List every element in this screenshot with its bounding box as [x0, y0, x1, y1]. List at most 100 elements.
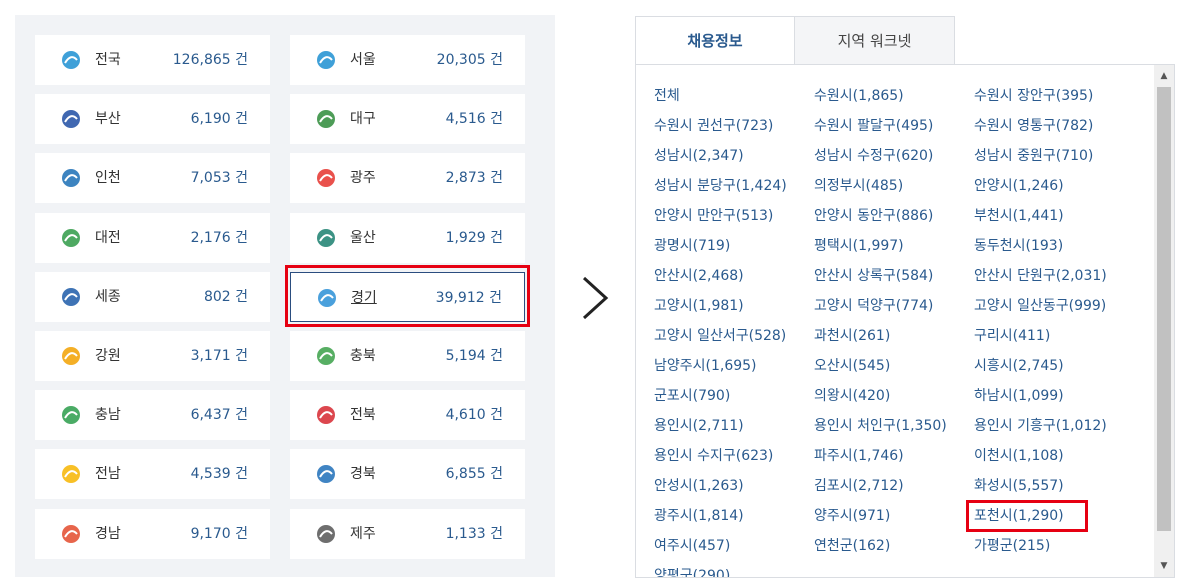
region-card[interactable]: 전북 4,610 건 [290, 390, 525, 441]
city-link[interactable]: 안양시(1,246) [974, 176, 1064, 196]
region-count: 4,539 건 [190, 466, 248, 483]
gwangju-logo-icon [317, 169, 335, 188]
city-link[interactable]: 부천시(1,441) [974, 206, 1064, 226]
city-link[interactable]: 안산시(2,468) [654, 266, 744, 286]
region-card[interactable]: 강원 3,171 건 [35, 331, 270, 381]
region-name: 광주 [350, 170, 376, 187]
region-count: 1,133 건 [445, 525, 503, 542]
city-link[interactable]: 고양시(1,981) [654, 296, 744, 316]
region-card[interactable]: 충남 6,437 건 [35, 390, 270, 441]
sejong-logo-icon [62, 287, 80, 306]
city-link[interactable]: 시흥시(2,745) [974, 356, 1064, 376]
city-link[interactable]: 용인시(2,711) [654, 416, 744, 436]
tab-regional-worknet[interactable]: 지역 워크넷 [794, 16, 955, 65]
city-link[interactable]: 가평군(215) [974, 536, 1050, 556]
city-link[interactable]: 안양시 만안구(513) [654, 206, 773, 226]
scroll-down-icon[interactable]: ▼ [1154, 557, 1174, 575]
region-card[interactable]: 부산 6,190 건 [35, 94, 270, 145]
region-name: 충북 [350, 348, 376, 364]
city-link[interactable]: 수원시 영통구(782) [974, 116, 1093, 136]
region-count: 2,176 건 [190, 229, 248, 246]
tab-job-info[interactable]: 채용정보 [635, 16, 795, 65]
city-link[interactable]: 용인시 수지구(623) [654, 446, 773, 466]
scroll-thumb[interactable] [1157, 87, 1171, 531]
city-link[interactable]: 수원시 장안구(395) [974, 86, 1093, 106]
city-link[interactable]: 과천시(261) [814, 326, 890, 346]
city-link[interactable]: 수원시 권선구(723) [654, 116, 773, 136]
daegu-logo-icon [317, 110, 335, 129]
city-link[interactable]: 남양주시(1,695) [654, 356, 757, 376]
region-name: 전북 [350, 407, 376, 424]
city-link[interactable]: 안양시 동안구(886) [814, 206, 933, 226]
region-card[interactable]: 경남 9,170 건 [35, 508, 270, 559]
region-card[interactable]: 인천 7,053 건 [35, 153, 270, 204]
region-card[interactable]: 경북 6,855 건 [290, 449, 525, 500]
city-link[interactable]: 안산시 단원구(2,031) [974, 266, 1107, 286]
city-link[interactable]: 하남시(1,099) [974, 386, 1064, 406]
city-link[interactable]: 성남시(2,347) [654, 146, 744, 166]
busan-logo-icon [62, 110, 80, 129]
chevron-right-icon [582, 276, 609, 320]
scroll-up-icon[interactable]: ▲ [1154, 67, 1174, 85]
region-card[interactable]: 전국 126,865 건 [35, 35, 270, 85]
city-link[interactable]: 안성시(1,263) [654, 476, 744, 496]
city-link[interactable]: 고양시 일산서구(528) [654, 326, 786, 346]
city-link[interactable]: 수원시 팔달구(495) [814, 116, 933, 136]
city-link[interactable]: 연천군(162) [814, 536, 890, 556]
region-name: 강원 [95, 348, 121, 364]
region-card[interactable]: 대구 4,516 건 [290, 94, 525, 145]
city-link[interactable]: 고양시 덕양구(774) [814, 296, 933, 316]
city-link[interactable]: 성남시 중원구(710) [974, 146, 1093, 166]
city-link[interactable]: 파주시(1,746) [814, 446, 904, 466]
city-list-box: 전체 수원시(1,865) 수원시 장안구(395) 수원시 권선구(723) 수원시 … [635, 64, 1175, 578]
city-link[interactable]: 양주시(971) [814, 506, 890, 526]
region-count: 9,170 건 [190, 525, 248, 542]
daejeon-logo-icon [62, 228, 80, 247]
region-count: 126,865 건 [172, 52, 248, 68]
region-name: 전국 [95, 52, 121, 68]
city-link[interactable]: 평택시(1,997) [814, 236, 904, 256]
region-card[interactable]: 대전 2,176 건 [35, 212, 270, 263]
region-name: 대구 [350, 111, 376, 128]
region-card[interactable]: 서울 20,305 건 [290, 35, 525, 85]
city-link[interactable]: 성남시 수정구(620) [814, 146, 933, 166]
city-link[interactable]: 고양시 일산동구(999) [974, 296, 1106, 316]
region-count: 5,194 건 [445, 348, 503, 364]
city-link[interactable]: 김포시(2,712) [814, 476, 904, 496]
city-link[interactable]: 양평군(290) [654, 566, 730, 577]
region-panel: 전국 126,865 건 서울 20,305 건부산 6,190 건 대구 4,516 건인… [15, 15, 555, 577]
city-link[interactable]: 화성시(5,557) [974, 476, 1064, 496]
region-count: 1,929 건 [445, 229, 503, 246]
city-link[interactable]: 성남시 분당구(1,424) [654, 176, 787, 196]
region-card[interactable]: 전남 4,539 건 [35, 449, 270, 500]
region-name: 울산 [350, 229, 376, 246]
chungnam-logo-icon [62, 406, 80, 425]
region-card[interactable]: 광주 2,873 건 [290, 153, 525, 204]
city-link[interactable]: 군포시(790) [654, 386, 730, 406]
city-link[interactable]: 오산시(545) [814, 356, 890, 376]
city-link[interactable]: 수원시(1,865) [814, 86, 904, 106]
city-link[interactable]: 의정부시(485) [814, 176, 903, 196]
city-link[interactable]: 광주시(1,814) [654, 506, 744, 526]
region-count: 6,190 건 [190, 111, 248, 128]
city-link[interactable]: 의왕시(420) [814, 386, 890, 406]
region-card[interactable]: 울산 1,929 건 [290, 212, 525, 263]
city-link[interactable]: 용인시 기흥구(1,012) [974, 416, 1107, 436]
incheon-logo-icon [62, 169, 80, 188]
city-link[interactable]: 안산시 상록구(584) [814, 266, 933, 286]
city-link[interactable]: 용인시 처인구(1,350) [814, 416, 947, 436]
city-link[interactable]: 동두천시(193) [974, 236, 1063, 256]
scrollbar[interactable]: ▲ ▼ [1154, 65, 1174, 577]
region-card[interactable]: 세종 802 건 [35, 271, 270, 322]
region-name: 세종 [95, 288, 121, 305]
seoul-logo-icon [317, 51, 335, 69]
region-card[interactable]: 제주 1,133 건 [290, 508, 525, 559]
city-link[interactable]: 이천시(1,108) [974, 446, 1064, 466]
city-link[interactable]: 전체 [654, 86, 680, 106]
city-link[interactable]: 구리시(411) [974, 326, 1050, 346]
city-link[interactable]: 광명시(719) [654, 236, 730, 256]
region-name: 서울 [350, 52, 376, 68]
region-count: 20,305 건 [436, 52, 503, 68]
city-link[interactable]: 여주시(457) [654, 536, 730, 556]
region-card[interactable]: 충북 5,194 건 [290, 331, 525, 381]
